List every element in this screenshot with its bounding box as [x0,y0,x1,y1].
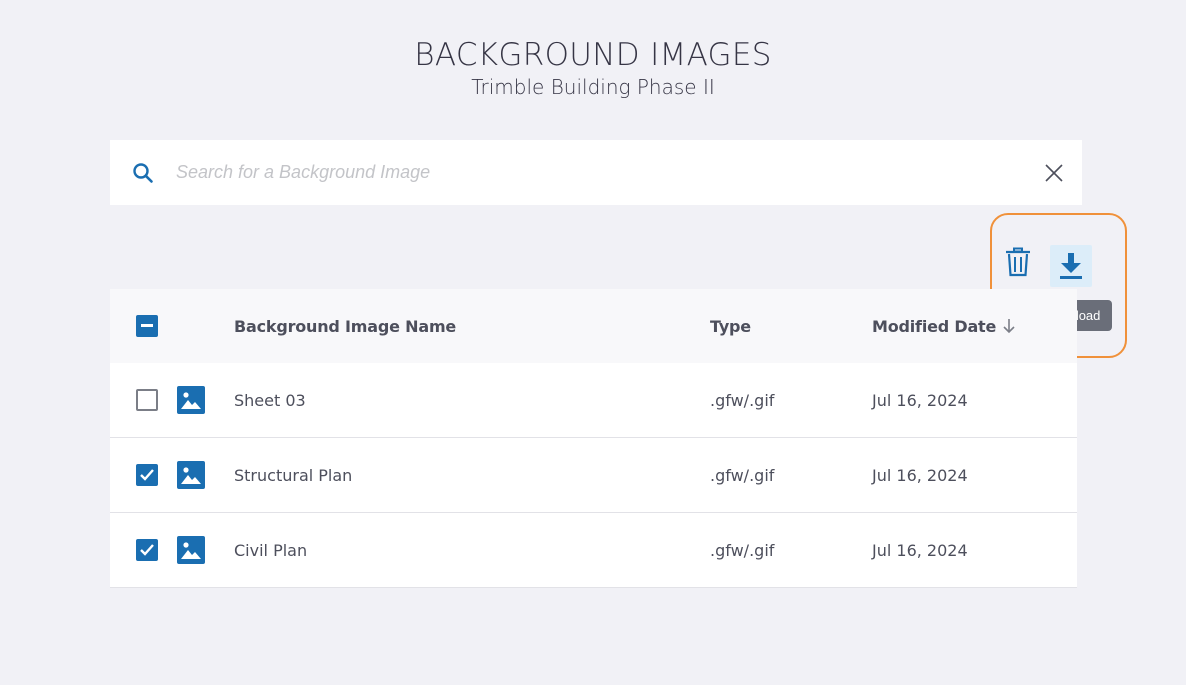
background-images-table: Background Image Name Type Modified Date… [110,289,1077,588]
column-header-modified[interactable]: Modified Date [872,289,996,363]
row-modified: Jul 16, 2024 [872,540,968,560]
row-name: Civil Plan [234,540,308,560]
download-button[interactable] [1050,245,1092,287]
row-checkbox[interactable] [136,539,158,561]
row-type: .gfw/.gif [710,465,775,485]
clear-search-button[interactable] [1026,140,1082,205]
row-checkbox[interactable] [136,464,158,486]
project-subtitle: Trimble Building Phase II [471,75,715,99]
table-header-row: Background Image Name Type Modified Date [110,289,1077,363]
row-type: .gfw/.gif [710,540,775,560]
image-icon [177,386,205,414]
search-bar [110,140,1082,205]
image-icon [177,536,205,564]
page-header: BACKGROUND IMAGES Trimble Building Phase… [0,36,1186,100]
delete-button[interactable] [997,241,1039,283]
download-icon [1060,253,1082,279]
column-header-name[interactable]: Background Image Name [234,289,456,363]
select-all-checkbox[interactable] [136,315,158,337]
search-input[interactable] [176,162,1026,183]
row-checkbox[interactable] [136,389,158,411]
row-modified: Jul 16, 2024 [872,390,968,410]
row-type: .gfw/.gif [710,390,775,410]
table-row[interactable]: Structural Plan .gfw/.gif Jul 16, 2024 [110,438,1077,513]
column-header-type[interactable]: Type [710,289,751,363]
row-modified: Jul 16, 2024 [872,465,968,485]
sort-arrow-icon[interactable] [1002,289,1016,363]
table-row[interactable]: Civil Plan .gfw/.gif Jul 16, 2024 [110,513,1077,588]
row-name: Structural Plan [234,465,353,485]
table-row[interactable]: Sheet 03 .gfw/.gif Jul 16, 2024 [110,363,1077,438]
checkmark-icon [140,469,154,481]
row-name: Sheet 03 [234,390,306,410]
checkmark-icon [140,544,154,556]
search-icon[interactable] [110,140,176,205]
page-title: BACKGROUND IMAGES [414,37,772,73]
minus-icon [141,324,153,327]
image-icon [177,461,205,489]
close-icon [1045,163,1063,182]
trash-icon [1006,247,1030,277]
